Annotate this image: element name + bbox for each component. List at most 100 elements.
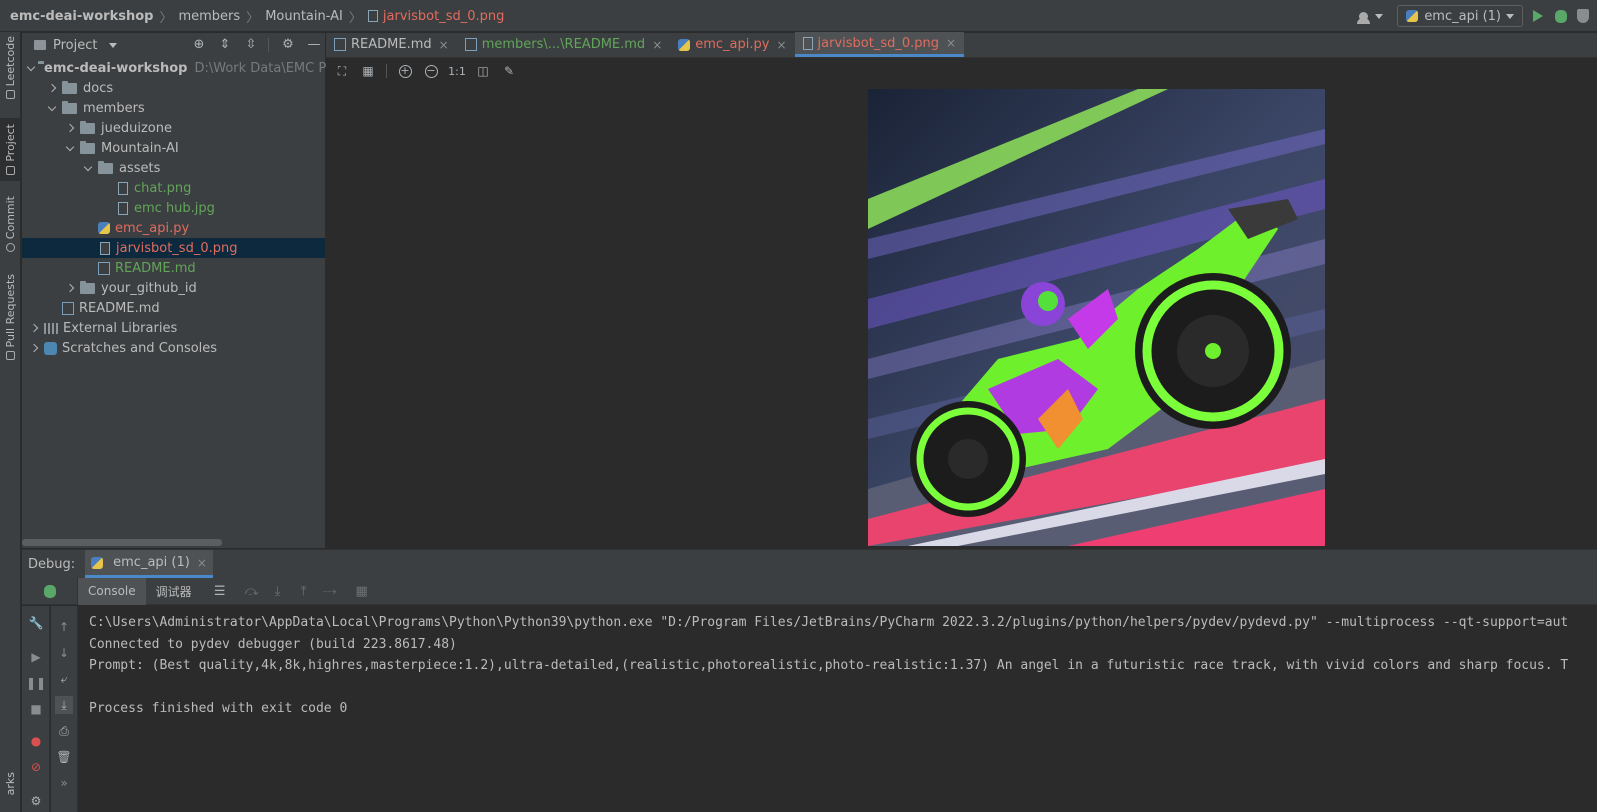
account-button[interactable] [1357, 8, 1384, 24]
view-breakpoints-icon[interactable]: ● [29, 734, 43, 748]
tree-item[interactable]: jueduizone [22, 118, 325, 138]
step-over-icon[interactable]: ⤼ [244, 584, 260, 599]
evaluate-expression-icon[interactable]: ▦ [354, 584, 370, 599]
editor-tab[interactable]: README.md × [326, 32, 457, 57]
zoom-out-button[interactable]: − [423, 63, 439, 79]
tree-expand-toggle[interactable] [46, 102, 58, 114]
gear-icon[interactable]: ⚙ [281, 38, 295, 52]
step-into-icon[interactable]: ⤓ [270, 584, 286, 599]
tree-item[interactable]: jarvisbot_sd_0.png [22, 238, 325, 258]
stop-icon[interactable]: ■ [29, 702, 43, 716]
more-icon[interactable]: » [57, 776, 71, 790]
tree-item-path: D:\Work Data\EMC Pro [194, 60, 339, 76]
tool-window-label: Project [4, 124, 17, 162]
debug-button[interactable] [1555, 9, 1567, 23]
tool-window-bookmarks[interactable]: arks [0, 772, 21, 795]
tree-expand-toggle[interactable] [64, 122, 76, 134]
chevron-down-icon[interactable] [109, 42, 118, 48]
breadcrumb-current-file[interactable]: jarvisbot_sd_0.png [383, 9, 504, 24]
gear-icon[interactable]: ⚙ [29, 794, 43, 808]
tree-expand-toggle[interactable] [46, 82, 58, 94]
editor-tab-label: README.md [351, 37, 432, 52]
tree-expand-toggle[interactable] [26, 62, 36, 74]
resume-icon[interactable]: ▶ [29, 650, 43, 664]
chevron-down-icon [47, 102, 57, 111]
editor-tab[interactable]: jarvisbot_sd_0.png × [794, 32, 965, 57]
scroll-to-end-icon[interactable]: ⤓ [55, 696, 73, 714]
tab-console[interactable]: Console [78, 577, 146, 605]
close-icon[interactable]: × [946, 36, 956, 50]
tree-item[interactable]: emc_api.py [22, 218, 325, 238]
breadcrumb-separator: 〉 [348, 10, 362, 26]
breadcrumb-project[interactable]: emc-deai-workshop [10, 9, 153, 24]
run-configuration-selector[interactable]: emc_api (1) [1397, 5, 1523, 27]
tab-debugger[interactable]: 调试器 [146, 578, 202, 605]
breadcrumb: emc-deai-workshop 〉 members 〉 Mountain-A… [10, 0, 504, 32]
actual-size-button[interactable]: 1:1 [448, 63, 466, 79]
close-icon[interactable]: × [652, 38, 662, 52]
tree-item[interactable]: README.md [22, 258, 325, 278]
tool-window-leetcode[interactable]: Leetcode [0, 36, 21, 100]
tree-item[interactable]: External Libraries [22, 318, 325, 338]
breadcrumb-mountain-ai[interactable]: Mountain-AI [265, 9, 343, 24]
tree-expand-toggle[interactable] [82, 162, 94, 174]
console-line: Connected to pydev debugger (build 223.8… [89, 636, 457, 652]
chessboard-background-icon[interactable]: ◫ [475, 63, 491, 79]
tree-item[interactable]: chat.png [22, 178, 325, 198]
tree-expand-toggle[interactable] [64, 142, 76, 154]
run-to-cursor-icon[interactable]: ⤏ [322, 584, 338, 599]
tree-expand-toggle[interactable] [28, 322, 40, 334]
scratches-icon [44, 341, 57, 355]
close-icon[interactable]: × [197, 556, 207, 570]
menu-icon[interactable]: ☰ [212, 584, 228, 599]
tool-window-commit[interactable]: Commit [0, 196, 21, 253]
project-view-selector[interactable]: Project [53, 38, 97, 53]
tree-item[interactable]: your_github_id [22, 278, 325, 298]
horizontal-scrollbar[interactable] [22, 539, 222, 546]
fit-to-window-icon[interactable]: ⛶ [334, 63, 350, 79]
tool-window-pull-requests[interactable]: Pull Requests [0, 274, 21, 361]
chevron-right-icon [47, 83, 57, 93]
locate-file-icon[interactable]: ⊕ [192, 38, 206, 52]
trash-icon[interactable]: 🗑 [56, 750, 71, 764]
breadcrumb-members[interactable]: members [178, 9, 240, 24]
console-output[interactable]: C:\Users\Administrator\AppData\Local\Pro… [89, 612, 1597, 720]
breadcrumb-separator: 〉 [246, 10, 260, 26]
grid-icon[interactable]: ▦ [360, 63, 376, 79]
hide-panel-icon[interactable]: — [307, 38, 321, 52]
soft-wrap-icon[interactable]: ⤶ [57, 672, 71, 686]
tree-item[interactable]: assets [22, 158, 325, 178]
tree-item[interactable]: Scratches and Consoles [22, 338, 325, 358]
coverage-button[interactable] [1577, 9, 1589, 23]
pause-icon[interactable]: ❚❚ [26, 676, 46, 690]
up-arrow-icon[interactable]: ↑ [57, 620, 71, 634]
tool-window-project[interactable]: Project [0, 118, 21, 181]
tree-expand-toggle[interactable] [28, 342, 40, 354]
editor-tab[interactable]: emc_api.py × [670, 32, 794, 57]
print-icon[interactable]: ⎙ [57, 724, 71, 738]
tree-item[interactable]: docs [22, 78, 325, 98]
run-configuration-label: emc_api (1) [1424, 8, 1501, 24]
tree-item[interactable]: emc hub.jpg [22, 198, 325, 218]
zoom-in-button[interactable]: + [397, 63, 413, 79]
tree-expand-toggle[interactable] [64, 282, 76, 294]
tree-item[interactable]: emc-deai-workshop D:\Work Data\EMC Pro [22, 58, 339, 78]
tree-item[interactable]: README.md [22, 298, 325, 318]
tree-item[interactable]: members [22, 98, 325, 118]
close-icon[interactable]: × [776, 38, 786, 52]
console-line: Prompt: (Best quality,4k,8k,highres,mast… [89, 658, 1569, 673]
debug-session-tab[interactable]: emc_api (1) × [85, 550, 213, 578]
expand-all-icon[interactable]: ⇕ [218, 38, 232, 52]
color-picker-icon[interactable]: ✎ [501, 63, 517, 79]
tree-item[interactable]: Mountain-AI [22, 138, 325, 158]
tree-item-label: Scratches and Consoles [62, 340, 218, 356]
wrench-icon[interactable]: 🔧 [29, 616, 44, 630]
chevron-down-icon [26, 62, 36, 71]
collapse-all-icon[interactable]: ⇳ [244, 38, 258, 52]
run-button[interactable] [1533, 10, 1543, 22]
step-out-icon[interactable]: ⤒ [296, 584, 312, 599]
close-icon[interactable]: × [439, 38, 449, 52]
editor-tab[interactable]: members\...\README.md × [457, 32, 671, 57]
down-arrow-icon[interactable]: ↓ [57, 646, 71, 660]
mute-breakpoints-icon[interactable]: ⊘ [29, 760, 43, 774]
